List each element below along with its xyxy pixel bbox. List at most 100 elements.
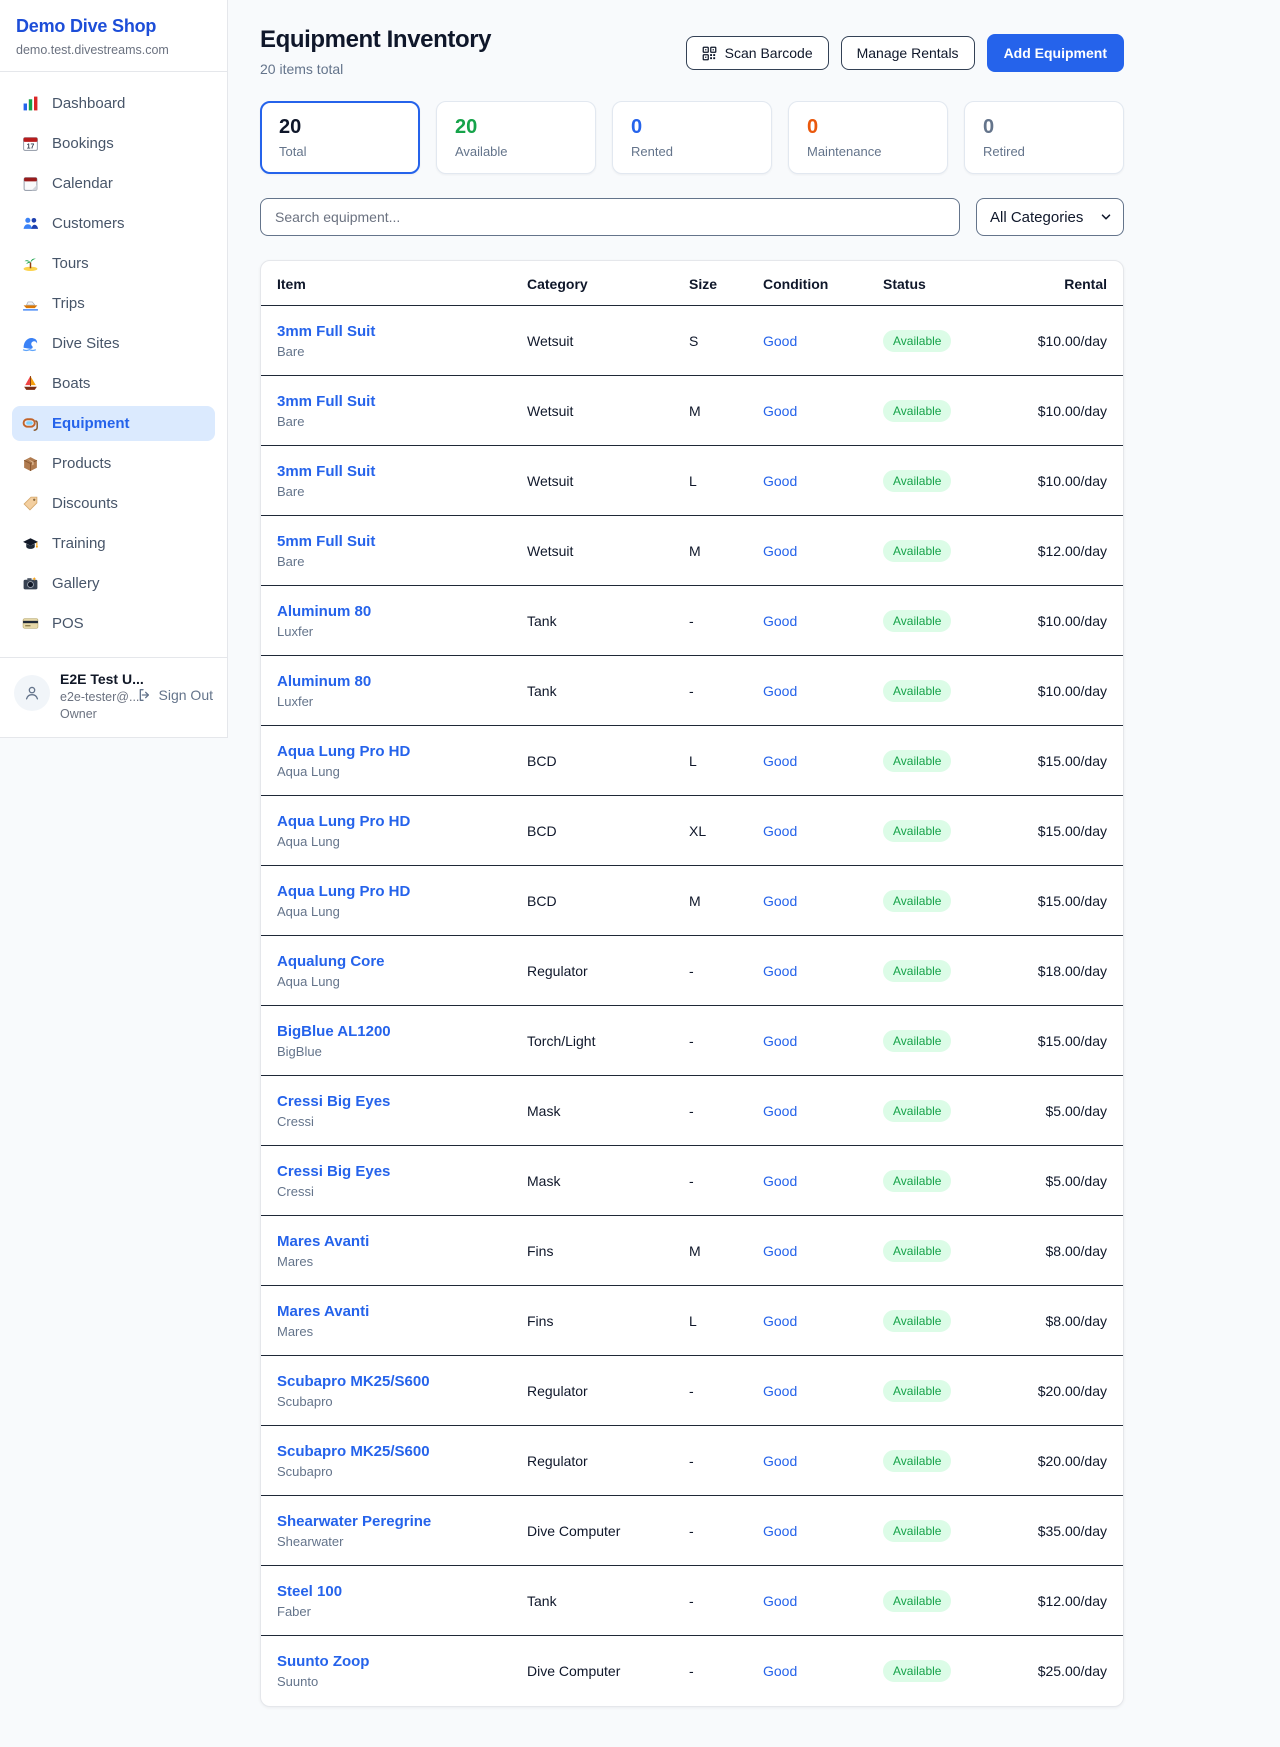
sidebar-item-customers[interactable]: Customers — [12, 206, 215, 241]
scan-barcode-button[interactable]: Scan Barcode — [686, 36, 829, 70]
item-name-link[interactable]: Aqua Lung Pro HD — [277, 813, 410, 830]
table-row: Aluminum 80 Luxfer Tank - Good Available… — [261, 586, 1123, 656]
item-name-link[interactable]: Aqua Lung Pro HD — [277, 743, 410, 760]
sidebar-item-gallery[interactable]: Gallery — [12, 566, 215, 601]
item-name-link[interactable]: Aluminum 80 — [277, 673, 371, 690]
item-name-link[interactable]: Scubapro MK25/S600 — [277, 1443, 430, 1460]
item-name-link[interactable]: Aqua Lung Pro HD — [277, 883, 410, 900]
item-name-link[interactable]: 3mm Full Suit — [277, 463, 375, 480]
sidebar-item-label: Calendar — [52, 175, 113, 192]
stat-card-total[interactable]: 20 Total — [260, 101, 420, 174]
item-condition-link[interactable]: Good — [763, 333, 797, 349]
item-name-link[interactable]: 3mm Full Suit — [277, 393, 375, 410]
sidebar-item-products[interactable]: Products — [12, 446, 215, 481]
sidebar-item-tours[interactable]: Tours — [12, 246, 215, 281]
item-name-link[interactable]: Aluminum 80 — [277, 603, 371, 620]
sidebar-item-bookings[interactable]: 17 Bookings — [12, 126, 215, 161]
sidebar-item-calendar[interactable]: Calendar — [12, 166, 215, 201]
item-size: - — [689, 1033, 763, 1049]
sidebar-item-discounts[interactable]: Discounts — [12, 486, 215, 521]
item-condition-link[interactable]: Good — [763, 613, 797, 629]
item-condition-link[interactable]: Good — [763, 1033, 797, 1049]
table-row: Steel 100 Faber Tank - Good Available $1… — [261, 1566, 1123, 1636]
item-name-link[interactable]: Steel 100 — [277, 1583, 342, 1600]
item-category: BCD — [527, 823, 689, 839]
stat-card-available[interactable]: 20 Available — [436, 101, 596, 174]
item-brand: Bare — [277, 484, 527, 499]
item-condition-link[interactable]: Good — [763, 753, 797, 769]
item-condition-link[interactable]: Good — [763, 893, 797, 909]
item-name-link[interactable]: BigBlue AL1200 — [277, 1023, 391, 1040]
add-equipment-button[interactable]: Add Equipment — [987, 34, 1124, 72]
item-brand: BigBlue — [277, 1044, 527, 1059]
item-name-link[interactable]: 5mm Full Suit — [277, 533, 375, 550]
sidebar-item-dive-sites[interactable]: Dive Sites — [12, 326, 215, 361]
item-category: Wetsuit — [527, 543, 689, 559]
item-condition-link[interactable]: Good — [763, 1103, 797, 1119]
item-brand: Shearwater — [277, 1534, 527, 1549]
item-size: - — [689, 1593, 763, 1609]
stat-card-maintenance[interactable]: 0 Maintenance — [788, 101, 948, 174]
item-rental: $5.00/day — [1023, 1173, 1107, 1189]
item-rental: $10.00/day — [1023, 333, 1107, 349]
item-brand: Aqua Lung — [277, 834, 527, 849]
search-input[interactable] — [260, 198, 960, 236]
item-brand: Mares — [277, 1324, 527, 1339]
item-condition-link[interactable]: Good — [763, 1663, 797, 1679]
item-brand: Aqua Lung — [277, 764, 527, 779]
item-condition-link[interactable]: Good — [763, 1523, 797, 1539]
category-select[interactable]: All Categories — [976, 198, 1124, 236]
item-size: M — [689, 543, 763, 559]
status-badge: Available — [883, 680, 951, 702]
status-badge: Available — [883, 1380, 951, 1402]
item-condition-link[interactable]: Good — [763, 543, 797, 559]
item-condition-link[interactable]: Good — [763, 823, 797, 839]
status-badge: Available — [883, 1100, 951, 1122]
item-condition-link[interactable]: Good — [763, 963, 797, 979]
sidebar-item-trips[interactable]: Trips — [12, 286, 215, 321]
item-rental: $35.00/day — [1023, 1523, 1107, 1539]
sign-out-button[interactable]: Sign Out — [137, 687, 213, 703]
item-condition-link[interactable]: Good — [763, 683, 797, 699]
item-condition-link[interactable]: Good — [763, 1243, 797, 1259]
item-name-link[interactable]: Suunto Zoop — [277, 1653, 369, 1670]
brand-block: Demo Dive Shop demo.test.divestreams.com — [0, 0, 227, 72]
item-name-link[interactable]: 3mm Full Suit — [277, 323, 375, 340]
item-name-link[interactable]: Scubapro MK25/S600 — [277, 1373, 430, 1390]
item-name-link[interactable]: Mares Avanti — [277, 1303, 369, 1320]
item-rental: $10.00/day — [1023, 403, 1107, 419]
table-row: Scubapro MK25/S600 Scubapro Regulator - … — [261, 1426, 1123, 1496]
item-name-link[interactable]: Cressi Big Eyes — [277, 1163, 390, 1180]
item-condition-link[interactable]: Good — [763, 1173, 797, 1189]
table-row: Aqua Lung Pro HD Aqua Lung BCD XL Good A… — [261, 796, 1123, 866]
stat-card-retired[interactable]: 0 Retired — [964, 101, 1124, 174]
item-condition-link[interactable]: Good — [763, 1593, 797, 1609]
item-category: Wetsuit — [527, 333, 689, 349]
item-condition-link[interactable]: Good — [763, 1383, 797, 1399]
table-row: Suunto Zoop Suunto Dive Computer - Good … — [261, 1636, 1123, 1706]
sidebar-item-equipment[interactable]: Equipment — [12, 406, 215, 441]
item-name-link[interactable]: Shearwater Peregrine — [277, 1513, 431, 1530]
item-condition-link[interactable]: Good — [763, 403, 797, 419]
sidebar-item-boats[interactable]: Boats — [12, 366, 215, 401]
sidebar-item-training[interactable]: Training — [12, 526, 215, 561]
item-condition-link[interactable]: Good — [763, 473, 797, 489]
item-condition-link[interactable]: Good — [763, 1313, 797, 1329]
table-row: Aqua Lung Pro HD Aqua Lung BCD L Good Av… — [261, 726, 1123, 796]
sidebar-item-label: Boats — [52, 375, 90, 392]
item-name-link[interactable]: Aqualung Core — [277, 953, 385, 970]
table-row: Scubapro MK25/S600 Scubapro Regulator - … — [261, 1356, 1123, 1426]
item-name-link[interactable]: Cressi Big Eyes — [277, 1093, 390, 1110]
stat-card-rented[interactable]: 0 Rented — [612, 101, 772, 174]
status-badge: Available — [883, 540, 951, 562]
sidebar-item-dashboard[interactable]: Dashboard — [12, 86, 215, 121]
item-name-link[interactable]: Mares Avanti — [277, 1233, 369, 1250]
status-badge: Available — [883, 1450, 951, 1472]
item-condition-link[interactable]: Good — [763, 1453, 797, 1469]
equipment-table: Item Category Size Condition Status Rent… — [260, 260, 1124, 1707]
graduation-cap-icon — [22, 535, 39, 552]
table-body: 3mm Full Suit Bare Wetsuit S Good Availa… — [261, 306, 1123, 1706]
manage-rentals-button[interactable]: Manage Rentals — [841, 36, 975, 70]
sidebar-item-pos[interactable]: POS — [12, 606, 215, 641]
item-rental: $20.00/day — [1023, 1383, 1107, 1399]
